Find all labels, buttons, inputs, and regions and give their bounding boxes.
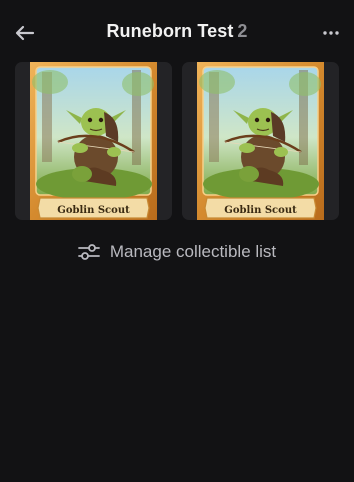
collectible-name: Goblin Scout xyxy=(224,205,297,216)
collectible-grid: Goblin Scout Goblin Scout xyxy=(15,62,339,220)
collectible-name: Goblin Scout xyxy=(57,205,130,216)
collectible-card-image: Goblin Scout xyxy=(30,62,157,220)
collectible-card-image: Goblin Scout xyxy=(197,62,324,220)
collection-count: 2 xyxy=(237,21,248,41)
collection-title: Runeborn Test xyxy=(106,21,234,41)
sliders-icon xyxy=(77,244,100,260)
manage-collectible-list-label: Manage collectible list xyxy=(109,242,277,261)
more-options-button[interactable] xyxy=(318,22,344,44)
more-horizontal-icon xyxy=(323,31,339,35)
manage-collectible-list-button[interactable]: Manage collectible list xyxy=(0,242,354,262)
page-title: Runeborn Test 2 xyxy=(0,21,354,42)
app-header: Runeborn Test 2 xyxy=(0,0,354,64)
collectible-tile[interactable]: Goblin Scout xyxy=(182,62,339,220)
collectible-tile[interactable]: Goblin Scout xyxy=(15,62,172,220)
